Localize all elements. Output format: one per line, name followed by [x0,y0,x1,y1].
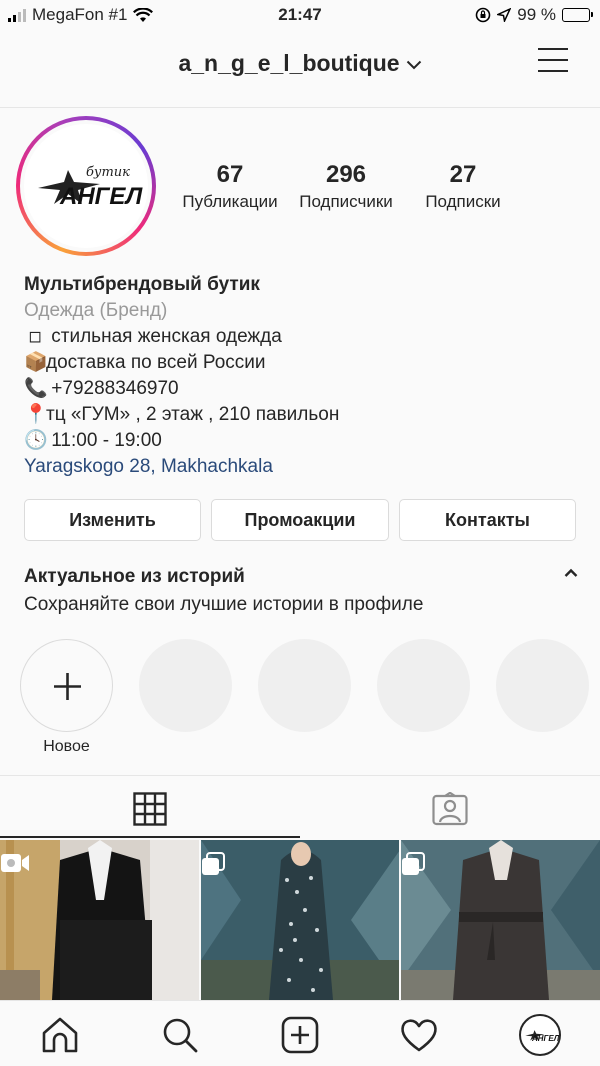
activity-heart-icon[interactable] [399,1015,439,1055]
video-icon [1,854,29,872]
posts-count: 67 [216,161,244,188]
highlight-placeholder [139,639,232,732]
boutique-logo: бутик АНГЕЛ [24,124,148,248]
package-icon: 📦 [24,352,48,373]
phone-icon: 📞 [24,378,48,399]
post-thumbnail[interactable] [0,840,199,1000]
stat-posts[interactable]: 67 Публикации [170,160,290,214]
square-icon: ◽ [28,326,42,347]
svg-text:АНГЕЛ: АНГЕЛ [59,183,143,210]
promotions-button[interactable]: Промоакции [211,499,389,541]
highlight-placeholder [377,639,470,732]
bio-line: 📞 +79288346970 [24,376,584,402]
post-grid [0,840,600,1000]
new-highlight-button[interactable] [20,639,113,732]
username: a_n_g_e_l_boutique [178,50,400,76]
profile-category: Одежда (Бренд) [24,300,168,321]
new-post-icon[interactable] [280,1015,320,1055]
highlight-placeholder [496,639,589,732]
bio-line: 📦доставка по всей России [24,350,584,376]
profile-avatar-icon[interactable]: АНГЕЛ [519,1014,561,1056]
status-bar: MegaFon #1 21:47 99 % [0,0,600,30]
following-label: Подписки [425,192,501,211]
grid-icon[interactable] [133,792,167,826]
profile-tabs [0,775,600,839]
home-icon[interactable] [40,1015,80,1055]
battery-percent: 99 % [517,5,556,24]
post-thumbnail[interactable] [200,840,400,1000]
highlights-subtitle: Сохраняйте свои лучшие истории в профиле [24,594,424,615]
new-highlight-label: Новое [43,738,90,755]
battery-icon [562,8,593,22]
boutique-logo-small: АНГЕЛ [525,1030,559,1043]
highlight-placeholder [258,639,351,732]
carousel-icon [201,852,225,875]
account-switcher[interactable]: a_n_g_e_l_boutique [0,50,600,77]
stat-following[interactable]: 27 Подписки [408,160,518,214]
contacts-button[interactable]: Контакты [399,499,576,541]
tagged-person-icon[interactable] [432,792,468,826]
bio-line: 🕓 11:00 - 19:00 [24,428,584,454]
posts-label: Публикации [182,192,278,211]
chevron-down-icon [406,60,421,70]
svg-text:бутик: бутик [86,165,130,180]
followers-count: 296 [325,161,367,188]
plus-icon [54,673,81,700]
profile-header: a_n_g_e_l_boutique [0,30,600,108]
profile-avatar[interactable]: бутик АНГЕЛ [16,116,156,256]
bio-line: 📍тц «ГУМ» , 2 этаж , 210 павильон [24,402,584,428]
location-link[interactable]: Yaragskogo 28, Makhachkala [24,454,584,480]
profile-stats: 67 Публикации 296 Подписчики 27 Подписки [170,160,590,220]
chevron-up-icon[interactable] [564,568,578,578]
svg-text:АНГЕЛ: АНГЕЛ [531,1034,559,1043]
bio-line: ◽ стильная женская одежда [24,324,584,350]
location-arrow-icon [497,8,512,22]
orientation-lock-icon [475,7,491,23]
pin-icon: 📍 [24,404,48,425]
bottom-navigation: АНГЕЛ [0,1000,600,1066]
menu-icon[interactable] [538,48,568,74]
followers-label: Подписчики [299,192,393,211]
following-count: 27 [449,161,477,188]
active-tab-indicator [0,836,300,838]
profile-name: Мультибрендовый бутик [24,274,260,295]
edit-profile-button[interactable]: Изменить [24,499,201,541]
clock-icon: 🕓 [24,430,48,451]
stat-followers[interactable]: 296 Подписчики [292,160,400,214]
profile-bio: Мультибрендовый бутик Одежда (Бренд) ◽ с… [24,272,584,480]
carousel-icon [402,852,426,875]
highlights-title: Актуальное из историй [24,566,245,587]
post-thumbnail[interactable] [401,840,600,1000]
search-icon[interactable] [160,1015,200,1055]
